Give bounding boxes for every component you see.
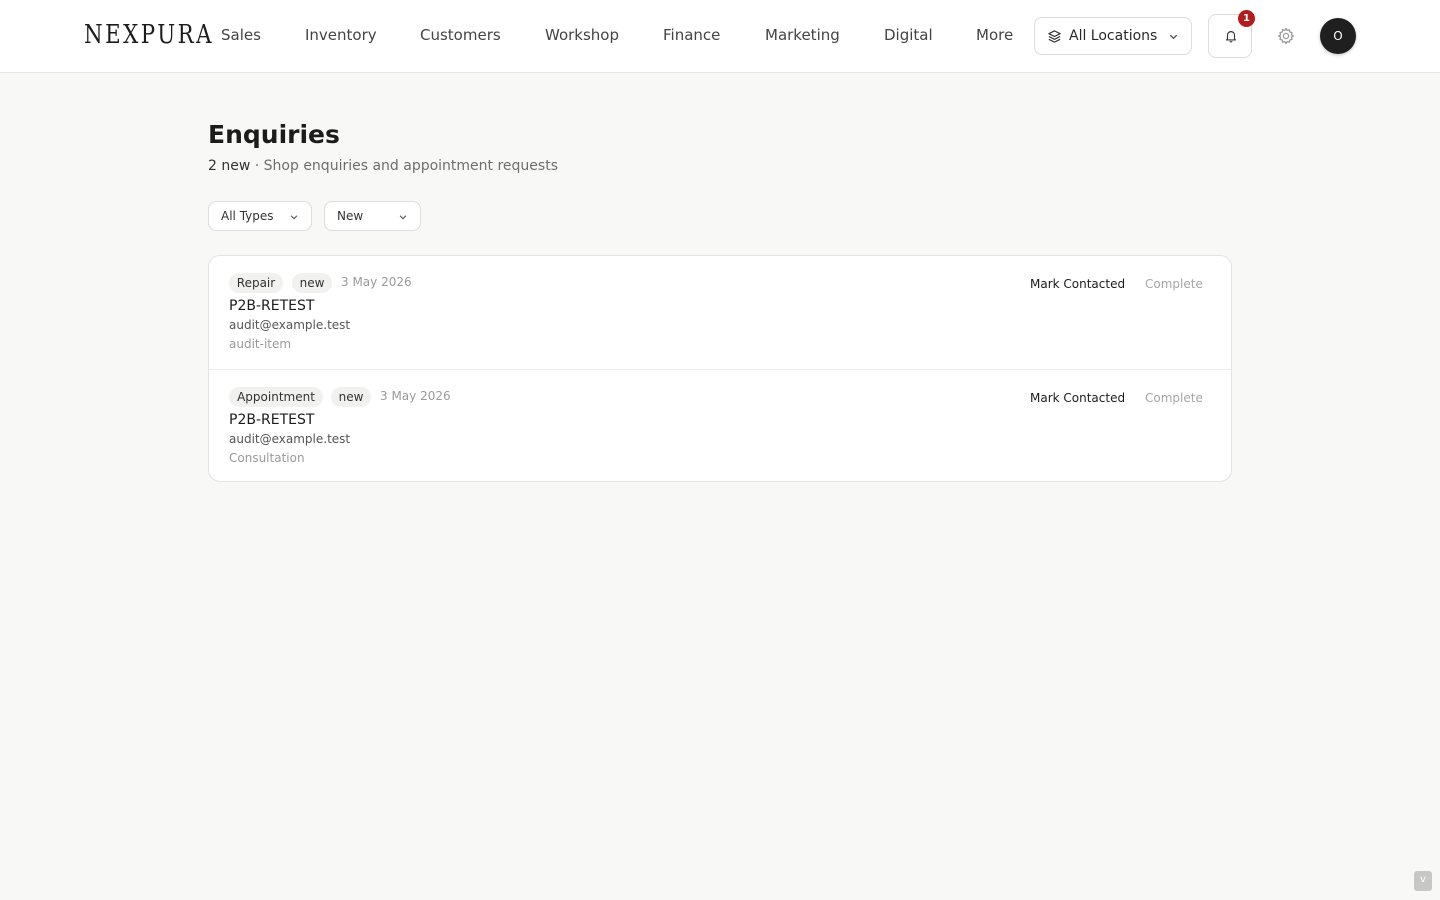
nav-item-more[interactable]: More: [976, 26, 1013, 44]
new-count: 2 new: [208, 158, 251, 174]
location-selector[interactable]: All Locations: [1034, 17, 1192, 55]
nav-item-sales[interactable]: Sales: [221, 26, 261, 44]
enquiry-type-tag: Appointment: [229, 387, 323, 407]
corner-toggle-button[interactable]: v: [1414, 871, 1432, 891]
nav-item-inventory[interactable]: Inventory: [305, 26, 377, 44]
enquiry-date: 3 May 2026: [341, 275, 412, 289]
subtitle-separator: ·: [250, 158, 264, 174]
nav-item-workshop[interactable]: Workshop: [545, 26, 619, 44]
mark-contacted-button[interactable]: Mark Contacted: [1030, 391, 1125, 405]
enquiry-name: P2B-RETEST: [229, 412, 315, 428]
location-selector-label: All Locations: [1069, 28, 1158, 44]
enquiry-status-tag: new: [331, 387, 371, 407]
nav-item-digital[interactable]: Digital: [884, 26, 933, 44]
type-filter-value: All Types: [221, 209, 274, 223]
enquiry-email: audit@example.test: [229, 318, 351, 332]
chevron-down-icon: [1169, 34, 1178, 40]
chevron-down-icon: [290, 215, 298, 220]
enquiry-row: Appointment new 3 May 2026 P2B-RETEST au…: [209, 369, 1231, 481]
enquiry-row: Repair new 3 May 2026 P2B-RETEST audit@e…: [209, 256, 1231, 369]
enquiry-email: audit@example.test: [229, 432, 351, 446]
top-navigation-bar: NEXPURA Sales Inventory Customers Worksh…: [0, 0, 1440, 73]
nexpura-logo[interactable]: NEXPURA: [84, 20, 214, 50]
page-description: Shop enquiries and appointment requests: [263, 158, 558, 174]
page-title: Enquiries: [208, 120, 340, 149]
enquiry-type-tag: Repair: [229, 273, 283, 293]
enquiry-detail: audit-item: [229, 337, 292, 351]
layers-icon: [1048, 29, 1061, 43]
user-avatar[interactable]: O: [1320, 18, 1356, 54]
bell-icon: [1226, 31, 1236, 43]
complete-button[interactable]: Complete: [1145, 391, 1203, 405]
nav-item-marketing[interactable]: Marketing: [765, 26, 840, 44]
enquiries-list: Repair new 3 May 2026 P2B-RETEST audit@e…: [208, 255, 1232, 482]
enquiry-date: 3 May 2026: [380, 389, 451, 403]
enquiry-status-tag: new: [292, 273, 332, 293]
mark-contacted-button[interactable]: Mark Contacted: [1030, 277, 1125, 291]
complete-button[interactable]: Complete: [1145, 277, 1203, 291]
nav-item-customers[interactable]: Customers: [420, 26, 501, 44]
enquiry-detail: Consultation: [229, 451, 305, 465]
page-subtitle: 2 new · Shop enquiries and appointment r…: [208, 158, 558, 174]
status-filter-select[interactable]: New: [324, 201, 421, 231]
chevron-down-icon: [399, 215, 407, 220]
status-filter-value: New: [337, 209, 364, 223]
gear-icon[interactable]: [1276, 26, 1296, 46]
notification-badge: 1: [1238, 10, 1255, 27]
enquiry-name: P2B-RETEST: [229, 298, 315, 314]
type-filter-select[interactable]: All Types: [208, 201, 312, 231]
nav-item-finance[interactable]: Finance: [663, 26, 720, 44]
